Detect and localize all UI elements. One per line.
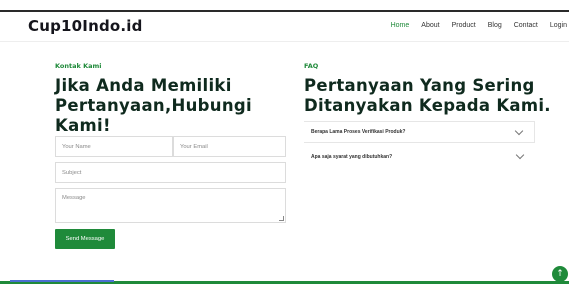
site-header: Cup10Indo.id Home About Product Blog Con… [0, 12, 569, 42]
faq-question: Apa saja syarat yang dibutuhkan? [311, 154, 393, 160]
faq-item[interactable]: Berapa Lama Proses Verifikasi Produk? [304, 121, 535, 143]
nav-contact[interactable]: Contact [514, 22, 538, 29]
arrow-up-icon[interactable]: ↑ [552, 266, 568, 282]
nav-product[interactable]: Product [452, 22, 476, 29]
faq-section-label: FAQ [304, 62, 319, 70]
nav-blog[interactable]: Blog [488, 22, 502, 29]
send-message-button[interactable]: Send Message [55, 229, 115, 249]
nav-login[interactable]: Login [550, 22, 567, 29]
site-logo[interactable]: Cup10Indo.id [28, 17, 143, 35]
subject-placeholder: Subject [62, 169, 82, 176]
faq-item[interactable]: Apa saja syarat yang dibutuhkan? [304, 146, 535, 168]
nav-home[interactable]: Home [391, 22, 410, 29]
message-placeholder: Message [62, 195, 86, 201]
name-field[interactable]: Your Name [55, 136, 173, 157]
message-field[interactable]: Message [55, 188, 286, 223]
name-placeholder: Your Name [62, 143, 91, 150]
footer-bar-accent [10, 280, 114, 282]
chevron-down-icon[interactable] [514, 126, 524, 136]
nav-about[interactable]: About [421, 22, 439, 29]
email-placeholder: Your Email [180, 143, 208, 150]
contact-title: Jika Anda Memiliki Pertanyaan,Hubungi Ka… [55, 76, 252, 135]
email-field[interactable]: Your Email [173, 136, 286, 157]
main-nav: Home About Product Blog Contact Login [379, 22, 567, 29]
subject-field[interactable]: Subject [55, 162, 286, 183]
contact-section-label: Kontak Kami [55, 62, 102, 70]
faq-title: Pertanyaan Yang Sering Ditanyakan Kepada… [304, 76, 551, 115]
resize-handle-icon[interactable] [279, 216, 284, 221]
faq-question: Berapa Lama Proses Verifikasi Produk? [311, 129, 406, 135]
chevron-down-icon[interactable] [515, 150, 525, 160]
